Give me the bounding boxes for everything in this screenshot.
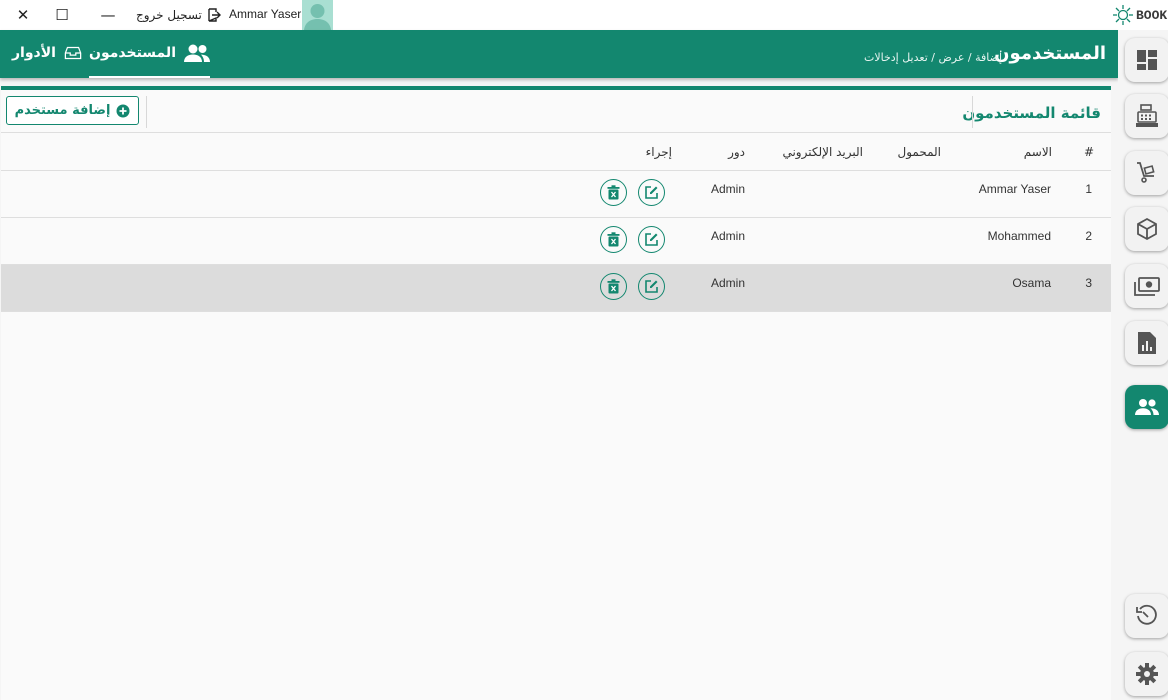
col-index: # xyxy=(1083,145,1094,159)
button-divider xyxy=(146,96,147,128)
row-name: Osama xyxy=(1012,276,1051,290)
title-bar: ✕ ☐ — تسجيل خروج Ammar Yaser BOOK xyxy=(0,0,1168,30)
edit-icon xyxy=(645,233,658,246)
table-row: 2 Mohammed Admin xyxy=(1,218,1111,265)
brand-text: BOOK xyxy=(1136,7,1168,23)
avatar[interactable] xyxy=(302,0,333,30)
delete-button[interactable] xyxy=(600,273,627,300)
sidebar-item-products[interactable] xyxy=(1125,207,1168,251)
sidebar-item-reports[interactable] xyxy=(1125,321,1168,365)
col-mobile: المحمول xyxy=(897,145,941,159)
delete-button[interactable] xyxy=(600,226,627,253)
table-header: # الاسم المحمول البريد الإلكتروني دور إج… xyxy=(1,132,1111,171)
maximize-icon: ☐ xyxy=(55,6,69,24)
user-avatar-icon xyxy=(304,4,331,30)
cart-icon xyxy=(1137,162,1155,183)
edit-button[interactable] xyxy=(638,179,665,206)
card-title: قائمة المستخدمون xyxy=(962,104,1101,122)
logout-label: تسجيل خروج xyxy=(136,8,202,22)
close-icon: ✕ xyxy=(16,6,30,24)
report-icon xyxy=(1138,332,1156,354)
minimize-icon: — xyxy=(100,6,116,24)
col-email: البريد الإلكتروني xyxy=(782,145,863,159)
brand-logo: BOOK xyxy=(1112,4,1168,26)
money-icon xyxy=(1134,277,1160,296)
history-icon xyxy=(1136,604,1157,625)
trash-icon xyxy=(607,279,620,294)
edit-button[interactable] xyxy=(638,273,665,300)
dashboard-icon xyxy=(1137,50,1157,70)
row-index: 2 xyxy=(1085,229,1092,243)
trash-icon xyxy=(607,232,620,247)
top-header: المستخدمون الأدوار المستخدمون إضافة / عر… xyxy=(0,30,1118,78)
sidebar-item-dashboard[interactable] xyxy=(1125,38,1168,82)
sidebar-item-settings[interactable] xyxy=(1125,652,1168,696)
tab-roles[interactable]: الأدوار xyxy=(12,30,82,76)
row-role: Admin xyxy=(710,229,745,243)
table-row: 1 Ammar Yaser Admin xyxy=(1,171,1111,218)
sidebar-item-users[interactable] xyxy=(1125,385,1168,429)
row-name: Ammar Yaser xyxy=(978,182,1051,196)
sidebar-item-cash-register[interactable] xyxy=(1125,94,1168,138)
edit-button[interactable] xyxy=(638,226,665,253)
col-role: دور xyxy=(728,145,745,159)
title-divider xyxy=(972,96,973,128)
row-role: Admin xyxy=(710,182,745,196)
edit-icon xyxy=(645,186,658,199)
users-card: قائمة المستخدمون إضافة مستخدم # الاسم ال… xyxy=(1,86,1111,700)
col-action: إجراء xyxy=(645,145,672,159)
logout-icon xyxy=(208,8,221,22)
logout-button[interactable]: تسجيل خروج xyxy=(136,6,221,24)
maximize-button[interactable]: ☐ xyxy=(39,0,85,30)
minimize-button[interactable]: — xyxy=(85,0,131,30)
add-user-label: إضافة مستخدم xyxy=(14,103,111,118)
row-role: Admin xyxy=(710,276,745,290)
trash-icon xyxy=(607,185,620,200)
row-index: 1 xyxy=(1085,182,1092,196)
delete-button[interactable] xyxy=(600,179,627,206)
add-user-button[interactable]: إضافة مستخدم xyxy=(6,96,139,125)
users-icon xyxy=(1135,399,1159,415)
breadcrumb: إضافة / عرض / تعديل إدخالات xyxy=(864,51,1002,64)
table-row: 3 Osama Admin xyxy=(1,265,1111,312)
box-icon xyxy=(1137,217,1157,241)
users-icon xyxy=(184,44,210,62)
tab-users-label: المستخدمون xyxy=(89,45,176,61)
col-name: الاسم xyxy=(1023,145,1052,159)
settings-icon xyxy=(1136,663,1158,685)
username: Ammar Yaser xyxy=(229,7,302,21)
row-index: 3 xyxy=(1085,276,1092,290)
sidebar-item-cart[interactable] xyxy=(1125,151,1168,195)
brand-sun-icon xyxy=(1113,5,1133,25)
sidebar-item-money[interactable] xyxy=(1125,264,1168,308)
cash-register-icon xyxy=(1136,104,1158,127)
sidebar xyxy=(1118,30,1168,696)
card-header: قائمة المستخدمون إضافة مستخدم xyxy=(1,90,1111,133)
tab-roles-label: الأدوار xyxy=(12,45,56,61)
sidebar-item-history[interactable] xyxy=(1125,594,1168,638)
edit-icon xyxy=(645,280,658,293)
row-name: Mohammed xyxy=(987,229,1051,243)
page-title: المستخدمون xyxy=(994,43,1106,64)
plus-circle-icon xyxy=(116,104,130,117)
roles-icon xyxy=(64,46,82,60)
tab-users[interactable]: المستخدمون xyxy=(89,30,210,78)
